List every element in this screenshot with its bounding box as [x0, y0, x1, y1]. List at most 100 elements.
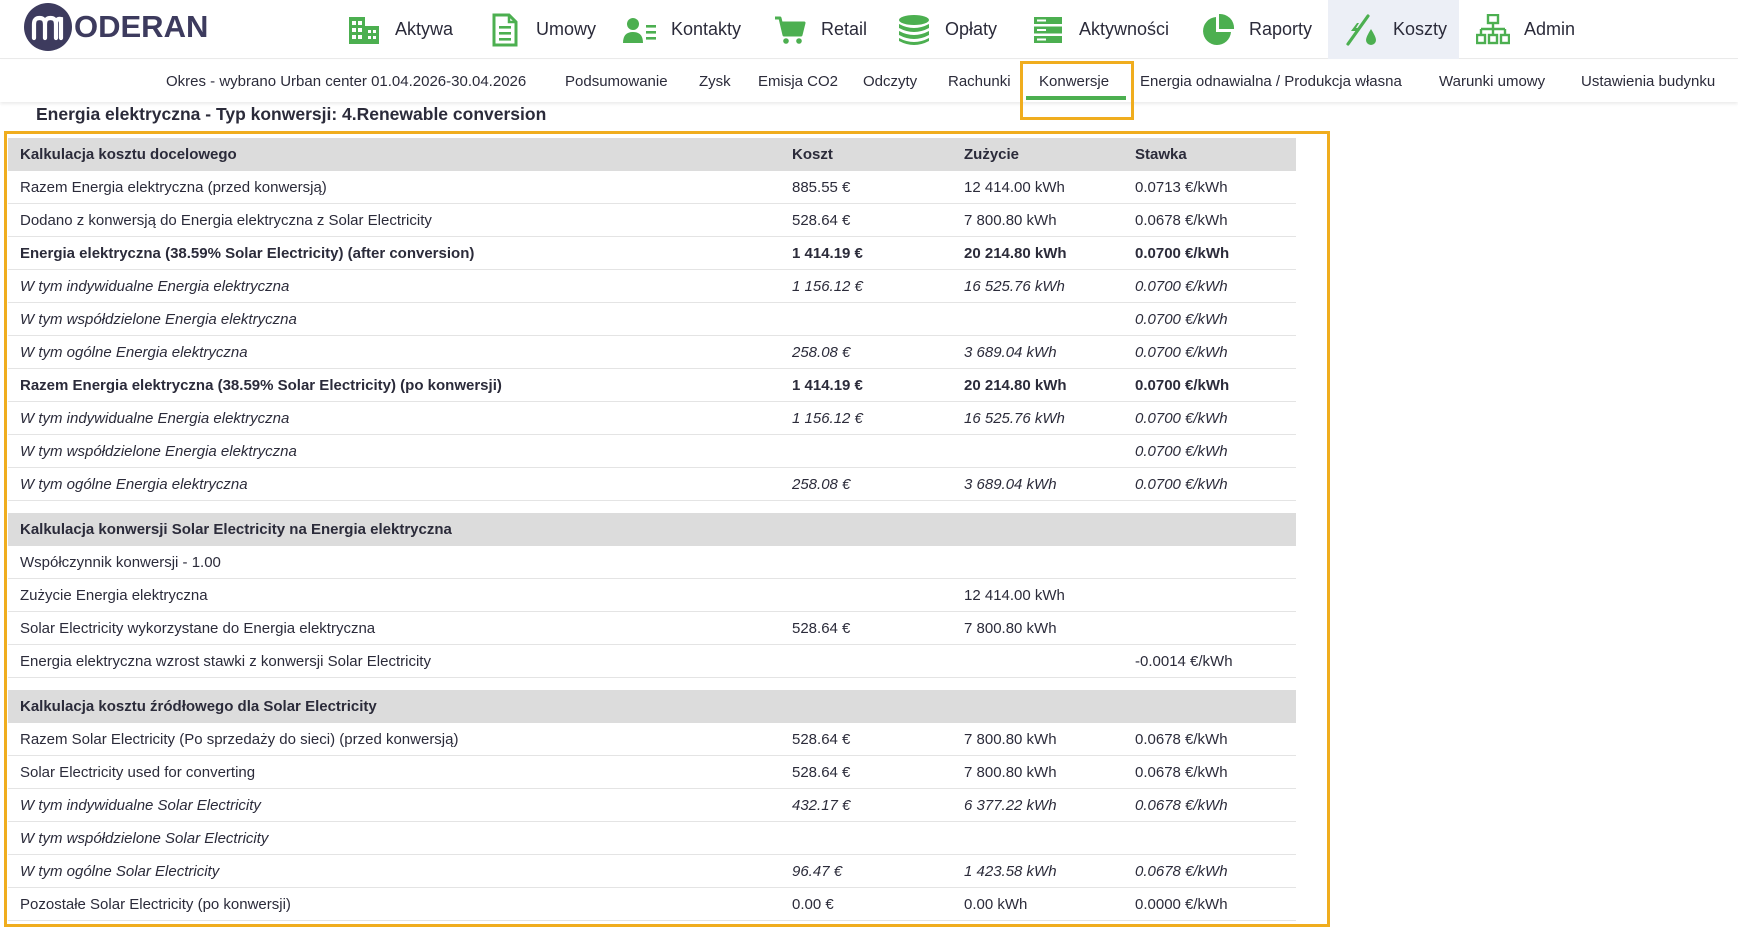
cart-icon — [772, 13, 808, 47]
moderan-logo[interactable]: ODERAN — [24, 2, 208, 52]
pie-chart-icon — [1200, 13, 1236, 47]
column-header: Stawka — [1135, 146, 1187, 163]
tab-podsumowanie[interactable]: Podsumowanie — [565, 60, 668, 102]
rate-cell: 0.0000 €/kWh — [1135, 896, 1228, 913]
table-row: W tym ogólne Energia elektryczna 258.08 €… — [8, 468, 1296, 501]
rate-cell: 0.0700 €/kWh — [1135, 377, 1230, 394]
row-label: W tym indywidualne Energia elektryczna — [20, 410, 290, 427]
tab-warunki-umowy[interactable]: Warunki umowy — [1439, 60, 1545, 102]
cost-cell: 528.64 € — [792, 764, 851, 781]
row-label: Razem Energia elektryczna (38.59% Solar … — [20, 377, 502, 394]
nav-item-raporty[interactable]: Raporty — [1200, 0, 1312, 59]
nav-label-admin: Admin — [1524, 19, 1576, 39]
cost-cell: 885.55 € — [792, 179, 851, 196]
table-row: Zużycie Energia elektryczna 12 414.00 kWh — [8, 579, 1296, 612]
row-label: Solar Electricity used for converting — [20, 764, 256, 781]
rate-cell: 0.0700 €/kWh — [1135, 476, 1228, 493]
tab-energia-odnawialna[interactable]: Energia odnawialna / Produkcja własna — [1140, 60, 1402, 102]
rate-cell: -0.0014 €/kWh — [1135, 653, 1233, 670]
rate-cell: 0.0700 €/kWh — [1135, 344, 1228, 361]
rate-cell: 0.0700 €/kWh — [1135, 311, 1228, 328]
contacts-icon — [622, 13, 658, 47]
consumption-cell: 16 525.76 kWh — [964, 410, 1065, 427]
page-title: Energia elektryczna - Typ konwersji: 4.R… — [36, 104, 547, 124]
table-row: W tym współdzielone Energia elektryczna 0… — [8, 435, 1296, 468]
table-row: Pozostałe Solar Electricity (po konwersj… — [8, 888, 1296, 921]
table-row: Współczynnik konwersji - 1.00 — [8, 546, 1296, 579]
row-label: W tym ogólne Solar Electricity — [20, 863, 220, 880]
cost-cell: 432.17 € — [792, 797, 851, 814]
table-row: Energia elektryczna (38.59% Solar Electr… — [8, 237, 1296, 270]
period-selector[interactable]: Okres - wybrano Urban center 01.04.2026-… — [166, 60, 526, 102]
section-title: Kalkulacja kosztu źródłowego dla Solar E… — [20, 698, 377, 715]
nav-item-umowy[interactable]: Umowy — [487, 0, 596, 59]
logo-emblem — [24, 3, 72, 51]
table-row: W tym ogólne Solar Electricity 96.47 € 1 4… — [8, 855, 1296, 888]
consumption-cell: 0.00 kWh — [964, 896, 1028, 913]
nav-label-oplaty: Opłaty — [945, 19, 998, 39]
row-label: W tym współdzielone Energia elektryczna — [20, 443, 297, 460]
tab-odczyty[interactable]: Odczyty — [863, 60, 917, 102]
row-label: Razem Solar Electricity (Po sprzedaży do… — [20, 731, 459, 748]
cost-cell: 1 414.19 € — [792, 245, 863, 262]
row-label: Energia elektryczna wzrost stawki z konw… — [20, 653, 431, 670]
table-row: W tym indywidualne Energia elektryczna 1 … — [8, 402, 1296, 435]
nav-item-aktywa[interactable]: Aktywa — [346, 0, 453, 59]
table-row: W tym współdzielone Solar Electricity — [8, 822, 1296, 855]
nav-item-aktywnosci[interactable]: Aktywności — [1030, 0, 1169, 59]
row-label: Solar Electricity wykorzystane do Energi… — [20, 620, 376, 637]
tab-ustawienia-budynku[interactable]: Ustawienia budynku — [1581, 60, 1715, 102]
table-row: Razem Energia elektryczna (przed konwers… — [8, 171, 1296, 204]
document-icon — [487, 13, 523, 47]
nav-item-admin[interactable]: Admin — [1475, 0, 1575, 59]
section-title: Kalkulacja kosztu docelowego — [20, 146, 237, 163]
consumption-cell: 3 689.04 kWh — [964, 476, 1057, 493]
cost-cell: 1 156.12 € — [792, 410, 863, 427]
tab-emisja-co2[interactable]: Emisja CO2 — [758, 60, 838, 102]
rate-cell: 0.0700 €/kWh — [1135, 278, 1228, 295]
consumption-cell: 12 414.00 kWh — [964, 179, 1065, 196]
cost-cell: 96.47 € — [792, 863, 843, 880]
rate-cell: 0.0700 €/kWh — [1135, 443, 1228, 460]
table-row: Energia elektryczna wzrost stawki z konw… — [8, 645, 1296, 678]
table-row: W tym ogólne Energia elektryczna 258.08 €… — [8, 336, 1296, 369]
nav-item-oplaty[interactable]: Opłaty — [896, 0, 997, 59]
section-header: Kalkulacja kosztu docelowego Koszt Zużycie… — [8, 138, 1296, 171]
nav-label-koszty: Koszty — [1393, 19, 1448, 39]
cost-cell: 258.08 € — [792, 344, 851, 361]
nav-label-umowy: Umowy — [536, 19, 597, 39]
rate-cell: 0.0678 €/kWh — [1135, 212, 1228, 229]
cost-cell: 528.64 € — [792, 620, 851, 637]
tab-zysk[interactable]: Zysk — [699, 60, 731, 102]
nav-label-raporty: Raporty — [1249, 19, 1313, 39]
rate-cell: 0.0678 €/kWh — [1135, 863, 1228, 880]
row-label: W tym współdzielone Solar Electricity — [20, 830, 269, 847]
consumption-cell: 7 800.80 kWh — [964, 764, 1057, 781]
table-row: W tym współdzielone Energia elektryczna 0… — [8, 303, 1296, 336]
column-header: Zużycie — [964, 146, 1020, 163]
row-label: Razem Energia elektryczna (przed konwers… — [20, 179, 327, 196]
row-label: W tym indywidualne Solar Electricity — [20, 797, 261, 814]
tab-rachunki[interactable]: Rachunki — [948, 60, 1011, 102]
cost-cell: 0.00 € — [792, 896, 834, 913]
row-label: Dodano z konwersją do Energia elektryczn… — [20, 212, 432, 229]
table-row: Dodano z konwersją do Energia elektryczn… — [8, 204, 1296, 237]
section-header: Kalkulacja konwersji Solar Electricity n… — [8, 513, 1296, 546]
nav-item-koszty[interactable]: Koszty — [1328, 0, 1459, 59]
consumption-cell: 7 800.80 kWh — [964, 731, 1057, 748]
consumption-cell: 6 377.22 kWh — [964, 797, 1057, 814]
buildings-icon — [346, 13, 382, 47]
column-header: Koszt — [792, 146, 833, 163]
consumption-cell: 16 525.76 kWh — [964, 278, 1065, 295]
consumption-cell: 3 689.04 kWh — [964, 344, 1057, 361]
section-header: Kalkulacja kosztu źródłowego dla Solar E… — [8, 690, 1296, 723]
table-row: Solar Electricity wykorzystane do Energi… — [8, 612, 1296, 645]
row-label: W tym ogólne Energia elektryczna — [20, 344, 248, 361]
nav-item-retail[interactable]: Retail — [772, 0, 867, 59]
nav-item-kontakty[interactable]: Kontakty — [622, 0, 741, 59]
nav-label-retail: Retail — [821, 19, 868, 39]
server-icon — [1030, 13, 1066, 47]
row-label: W tym ogólne Energia elektryczna — [20, 476, 248, 493]
